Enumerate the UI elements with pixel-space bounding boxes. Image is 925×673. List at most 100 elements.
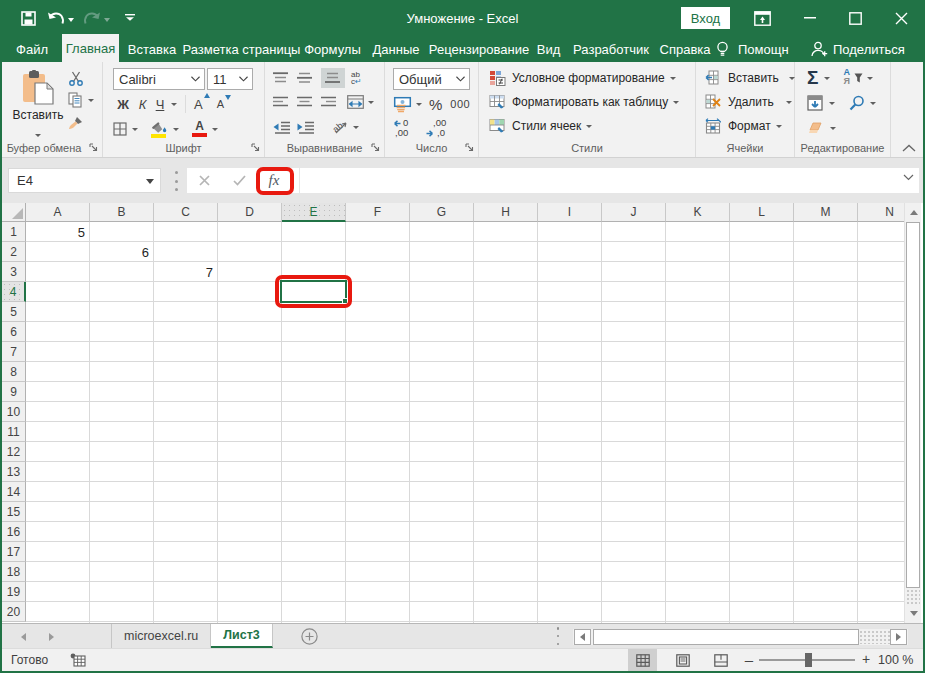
tab-ribbon-4[interactable]: Данные: [366, 36, 426, 62]
align-bottom-button[interactable]: [321, 68, 345, 88]
accounting-format-dropdown[interactable]: [416, 103, 422, 106]
vertical-scroll-track[interactable]: [906, 589, 920, 605]
share-button[interactable]: Поделиться: [810, 36, 905, 62]
close-button[interactable]: [884, 0, 918, 36]
format-painter-button[interactable]: [68, 111, 102, 133]
sign-in-button[interactable]: Вход: [681, 7, 730, 29]
font-color-button[interactable]: А: [192, 121, 218, 137]
font-dialog-launcher[interactable]: [250, 142, 261, 153]
cell-styles-button[interactable]: Стили ячеек: [489, 117, 592, 135]
column-header-G[interactable]: G: [410, 203, 474, 222]
tab-ribbon-6[interactable]: Вид: [532, 36, 565, 62]
wrap-text-button[interactable]: abc↵: [351, 71, 362, 85]
alignment-dialog-launcher[interactable]: [370, 142, 381, 153]
row-header-11[interactable]: 11: [2, 422, 26, 442]
scroll-up-button[interactable]: [906, 204, 921, 221]
sheet-tab-Лист3[interactable]: Лист3: [211, 624, 272, 648]
tab-ribbon-2[interactable]: Разметка страницы: [184, 36, 299, 62]
column-header-M[interactable]: M: [794, 203, 858, 222]
macro-record-button[interactable]: [70, 653, 86, 667]
zoom-percentage[interactable]: 100 %: [878, 653, 913, 667]
ribbon-display-options-button[interactable]: [745, 0, 779, 36]
row-header-5[interactable]: 5: [2, 302, 26, 322]
bold-button[interactable]: Ж: [113, 97, 133, 112]
autosum-dropdown[interactable]: [824, 77, 830, 80]
collapse-ribbon-button[interactable]: [898, 140, 920, 156]
horizontal-scroll-track[interactable]: [859, 630, 890, 644]
column-header-K[interactable]: K: [666, 203, 730, 222]
cell-B2[interactable]: 6: [90, 242, 153, 262]
tab-ribbon-8[interactable]: Справка: [657, 36, 713, 62]
row-header-14[interactable]: 14: [2, 482, 26, 502]
sheet-nav-prev-button[interactable]: [14, 630, 32, 644]
tab-ribbon-3[interactable]: Формулы: [301, 36, 364, 62]
undo-dropdown[interactable]: [68, 11, 74, 25]
font-size-combo[interactable]: 11: [207, 68, 253, 90]
row-header-10[interactable]: 10: [2, 402, 26, 422]
tab-file[interactable]: Файл: [8, 36, 56, 62]
shrink-font-button[interactable]: А: [217, 98, 224, 110]
sheet-nav-next-button[interactable]: [42, 630, 60, 644]
format-as-table-button[interactable]: Форматировать как таблицу: [489, 93, 679, 111]
zoom-slider[interactable]: [759, 659, 855, 661]
formula-input[interactable]: [300, 168, 919, 193]
row-header-15[interactable]: 15: [2, 502, 26, 522]
name-box[interactable]: E4: [8, 168, 161, 193]
redo-dropdown[interactable]: [104, 11, 110, 25]
row-header-12[interactable]: 12: [2, 442, 26, 462]
select-all-corner[interactable]: [2, 203, 26, 222]
tab-home[interactable]: Главная: [62, 34, 119, 62]
scroll-down-button[interactable]: [906, 605, 921, 622]
borders-button[interactable]: [113, 122, 138, 136]
cell-C3[interactable]: 7: [154, 262, 217, 282]
grow-font-button[interactable]: А: [194, 97, 203, 112]
vertical-scroll-thumb[interactable]: [906, 222, 920, 588]
maximize-button[interactable]: [838, 0, 872, 36]
column-header-N[interactable]: N: [858, 203, 906, 222]
comma-style-button[interactable]: 000: [450, 98, 470, 110]
delete-cells-button[interactable]: Удалить: [705, 93, 792, 111]
horizontal-scrollbar[interactable]: [573, 629, 908, 645]
column-header-H[interactable]: H: [474, 203, 538, 222]
column-header-F[interactable]: F: [346, 203, 410, 222]
row-header-19[interactable]: 19: [2, 582, 26, 602]
zoom-out-button[interactable]: –: [741, 651, 757, 669]
copy-button[interactable]: [68, 89, 102, 111]
row-header-4[interactable]: 4: [2, 282, 26, 302]
format-cells-button[interactable]: Формат: [705, 117, 782, 135]
sheet-bar-resize-handle[interactable]: [556, 627, 560, 645]
align-middle-button[interactable]: [297, 72, 321, 84]
row-header-7[interactable]: 7: [2, 342, 26, 362]
borders-dropdown[interactable]: [132, 128, 138, 131]
number-dialog-launcher[interactable]: [464, 142, 475, 153]
row-header-8[interactable]: 8: [2, 362, 26, 382]
row-header-2[interactable]: 2: [2, 242, 26, 262]
tab-ribbon-7[interactable]: Разработчик: [567, 36, 655, 62]
column-header-I[interactable]: I: [538, 203, 602, 222]
clear-dropdown[interactable]: [830, 127, 836, 130]
save-button[interactable]: [16, 6, 40, 30]
merge-center-dropdown[interactable]: [368, 101, 374, 104]
view-page-break-button[interactable]: [706, 649, 735, 671]
column-header-L[interactable]: L: [730, 203, 794, 222]
fill-handle[interactable]: [342, 298, 348, 304]
increase-indent-button[interactable]: [297, 121, 321, 134]
italic-button[interactable]: К: [133, 97, 152, 112]
percent-style-button[interactable]: %: [429, 96, 442, 113]
column-header-J[interactable]: J: [602, 203, 666, 222]
cancel-button[interactable]: [187, 175, 221, 186]
align-top-button[interactable]: [273, 72, 297, 84]
sort-filter-button[interactable]: А Я: [843, 69, 873, 87]
cells-area[interactable]: 567: [26, 222, 906, 623]
sheet-tab-microexcel.ru[interactable]: microexcel.ru: [111, 624, 211, 648]
zoom-slider-thumb[interactable]: [805, 653, 812, 667]
name-box-dropdown[interactable]: [146, 179, 154, 184]
align-center-button[interactable]: [297, 96, 321, 108]
column-header-E[interactable]: E: [282, 203, 346, 222]
vertical-scrollbar[interactable]: [904, 203, 921, 623]
view-page-layout-button[interactable]: [668, 649, 697, 671]
zoom-in-button[interactable]: +: [858, 651, 874, 669]
sort-filter-dropdown[interactable]: [867, 77, 873, 80]
cell-A1[interactable]: 5: [26, 222, 89, 242]
increase-decimal-button[interactable]: 0 ,00: [393, 118, 417, 140]
